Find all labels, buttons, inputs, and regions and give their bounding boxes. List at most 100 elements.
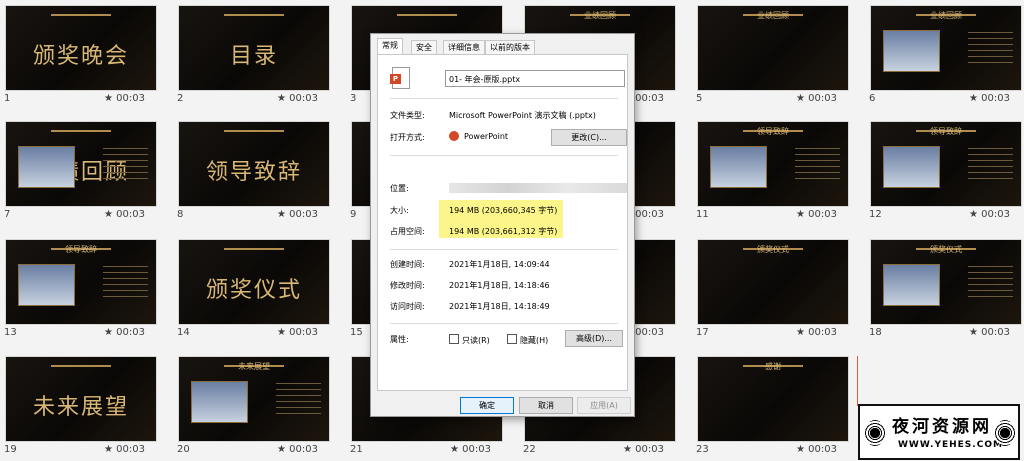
slide-number: 23 (696, 444, 709, 455)
open-with-label: 打开方式: (390, 133, 425, 142)
readonly-checkbox[interactable]: 只读(R) (449, 334, 490, 346)
slide-number: 20 (177, 444, 190, 455)
slide-preview[interactable]: 颁奖仪式 (178, 239, 330, 325)
slide-title: 业绩回顾 (584, 11, 616, 20)
accessed-value: 2021年1月18日, 14:18:49 (449, 302, 550, 311)
slide-number: 13 (4, 327, 17, 338)
location-label: 位置: (390, 184, 409, 193)
ok-button[interactable]: 确定 (460, 397, 514, 414)
slide-timing: ★ 00:03 (277, 93, 318, 104)
checkbox-box[interactable] (449, 334, 459, 344)
slide-preview[interactable]: 颁奖仪式 (697, 239, 849, 325)
slide-timing: ★ 00:03 (796, 93, 837, 104)
slide-preview[interactable]: 领导致辞 (178, 121, 330, 207)
separator (390, 323, 618, 324)
size-label: 大小: (390, 206, 409, 215)
slide-number: 2 (177, 93, 184, 104)
slide-preview[interactable]: 业绩回顾 (870, 5, 1022, 91)
slide-timing: ★ 00:03 (104, 209, 145, 220)
slide-number: 3 (350, 93, 357, 104)
slide-number: 9 (350, 209, 357, 220)
modified-value: 2021年1月18日, 14:18:46 (449, 281, 550, 290)
slide-preview[interactable]: 领导致辞 (870, 121, 1022, 207)
pptx-file-icon: P (390, 67, 410, 89)
created-value: 2021年1月18日, 14:09:44 (449, 260, 550, 269)
slide-number: 22 (523, 444, 536, 455)
tab-security[interactable]: 安全 (411, 40, 437, 55)
slide-number: 15 (350, 327, 363, 338)
gold-rule (224, 14, 284, 16)
slide-title: 颁奖仪式 (930, 245, 962, 254)
advanced-button[interactable]: 高级(D)... (565, 330, 623, 347)
slide-number: 14 (177, 327, 190, 338)
slide-timing: ★ 00:03 (277, 327, 318, 338)
slide-preview[interactable]: 未来展望 (178, 356, 330, 442)
slide-number: 7 (4, 209, 11, 220)
slide-title: 领导致辞 (205, 159, 302, 185)
slide-preview[interactable]: 领导致辞 (697, 121, 849, 207)
slide-title: 领导致辞 (65, 245, 97, 254)
tab-previous-versions[interactable]: 以前的版本 (485, 40, 535, 55)
slide-timing: ★ 00:03 (277, 209, 318, 220)
file-name-input[interactable]: 01- 年会-原版.pptx (445, 70, 625, 87)
apply-button[interactable]: 应用(A) (577, 397, 631, 414)
slide-photo (883, 30, 940, 72)
slide-title: 颁奖仪式 (205, 277, 302, 303)
slide-photo (18, 146, 75, 188)
slide-photo (710, 146, 767, 188)
slide-preview[interactable]: 颁奖晚会 (5, 5, 157, 91)
gold-rule (397, 14, 457, 16)
dragon-ornament-icon (995, 420, 1015, 446)
gold-rule (51, 365, 111, 367)
slide-preview[interactable]: 业绩回顾 (697, 5, 849, 91)
cancel-button[interactable]: 取消 (519, 397, 573, 414)
slide-photo (883, 146, 940, 188)
watermark-title: 夜河资源网 (892, 417, 992, 437)
change-button[interactable]: 更改(C)... (551, 129, 627, 146)
checkbox-box[interactable] (507, 334, 517, 344)
slide-number: 6 (869, 93, 876, 104)
powerpoint-icon (449, 131, 459, 141)
slide-title: 业绩回顾 (757, 11, 789, 20)
slide-timing: ★ 00:03 (623, 444, 664, 455)
red-divider (857, 356, 858, 406)
slide-title: 业绩回顾 (930, 11, 962, 20)
slide-preview[interactable]: 目录 (178, 5, 330, 91)
slide-text-lines (103, 266, 148, 300)
readonly-label: 只读(R) (462, 336, 490, 345)
slide-preview[interactable]: 颁奖仪式 (870, 239, 1022, 325)
slide-text-lines (795, 148, 840, 182)
tab-details[interactable]: 详细信息 (443, 40, 485, 55)
slide-title: 颁奖仪式 (757, 245, 789, 254)
size-on-disk-label: 占用空间: (390, 227, 425, 236)
slide-number: 19 (4, 444, 17, 455)
attributes-label: 属性: (390, 335, 409, 344)
slide-timing: ★ 00:03 (450, 444, 491, 455)
gold-rule (51, 14, 111, 16)
slide-timing: ★ 00:03 (277, 444, 318, 455)
slide-preview[interactable]: 未来展望 (5, 356, 157, 442)
slide-text-lines (968, 32, 1013, 66)
slide-title: 未来展望 (32, 394, 129, 420)
slide-preview[interactable]: 领导致辞 (5, 239, 157, 325)
separator (390, 249, 618, 250)
watermark-logo: 夜河资源网 WWW.YEHES.COM (858, 404, 1020, 460)
slide-text-lines (276, 383, 321, 417)
hidden-checkbox[interactable]: 隐藏(H) (507, 334, 548, 346)
size-value: 194 MB (203,660,345 字节) (449, 206, 558, 215)
slide-title: 感谢 (765, 362, 781, 371)
slide-preview[interactable]: 业绩回顾 (5, 121, 157, 207)
slide-number: 18 (869, 327, 882, 338)
open-with-value: PowerPoint (464, 132, 509, 141)
slide-number: 17 (696, 327, 709, 338)
slide-preview[interactable]: 感谢 (697, 356, 849, 442)
slide-photo (18, 264, 75, 306)
tab-general[interactable]: 常规 (377, 38, 403, 55)
slide-timing: ★ 00:03 (969, 93, 1010, 104)
slide-text-lines (968, 148, 1013, 182)
modified-label: 修改时间: (390, 281, 425, 290)
properties-dialog: 常规 安全 详细信息 以前的版本 P 01- 年会-原版.pptx 文件类型: … (370, 33, 635, 417)
slide-title: 未来展望 (238, 362, 270, 371)
slide-photo (191, 381, 248, 423)
slide-timing: ★ 00:03 (969, 327, 1010, 338)
